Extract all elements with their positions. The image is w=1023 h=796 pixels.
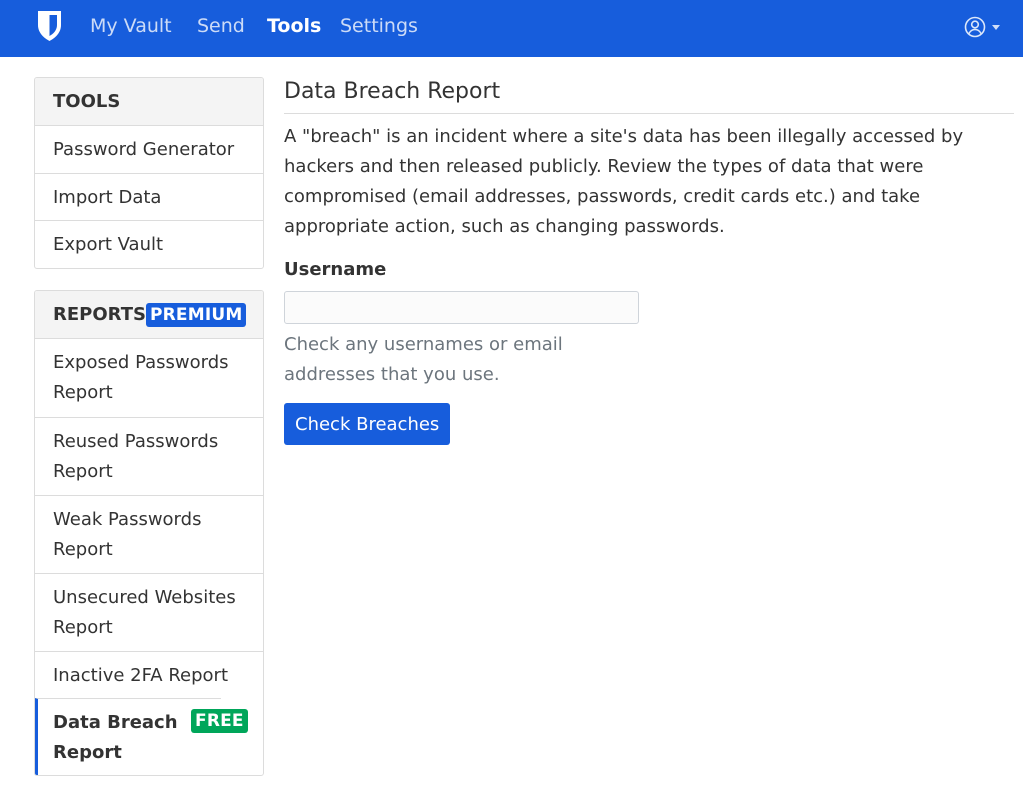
main-content: Data Breach Report A "breach" is an inci… xyxy=(284,77,1014,445)
sidebar-item-password-generator[interactable]: Password Generator xyxy=(35,126,263,173)
reports-card: REPORTS PREMIUM Exposed Passwords Report… xyxy=(34,290,264,776)
account-menu-button[interactable] xyxy=(964,16,1000,38)
username-help-text: Check any usernames or email addresses t… xyxy=(284,334,563,385)
reports-card-header: REPORTS PREMIUM xyxy=(35,291,263,339)
sidebar-item-weak-passwords[interactable]: Weak Passwords Report xyxy=(35,495,263,573)
nav-tools[interactable]: Tools xyxy=(267,14,321,38)
username-input[interactable] xyxy=(284,291,639,324)
sidebar-item-import-data[interactable]: Import Data xyxy=(35,173,263,220)
page-description: A "breach" is an incident where a site's… xyxy=(284,126,964,237)
premium-badge: PREMIUM xyxy=(145,302,247,327)
check-breaches-button[interactable]: Check Breaches xyxy=(284,403,451,445)
nav-my-vault[interactable]: My Vault xyxy=(90,14,172,38)
username-label: Username xyxy=(284,259,387,280)
sidebar-item-inactive-2fa[interactable]: Inactive 2FA Report xyxy=(35,651,263,698)
user-circle-icon xyxy=(964,16,986,38)
sidebar-item-exposed-passwords[interactable]: Exposed Passwords Report xyxy=(35,339,263,417)
sidebar-item-unsecured-websites[interactable]: Unsecured Websites Report xyxy=(35,573,263,651)
bitwarden-shield-icon[interactable] xyxy=(36,10,63,42)
nav-settings[interactable]: Settings xyxy=(340,14,418,38)
sidebar-item-label: Data Breach Report xyxy=(53,712,178,763)
reports-card-title: REPORTS xyxy=(53,304,146,325)
top-navbar: My Vault Send Tools Settings xyxy=(0,0,1023,57)
tools-card: TOOLS Password Generator Import Data Exp… xyxy=(34,77,264,269)
tools-card-header: TOOLS xyxy=(35,78,263,126)
sidebar-item-reused-passwords[interactable]: Reused Passwords Report xyxy=(35,417,263,495)
chevron-down-icon xyxy=(992,24,1000,30)
free-badge: FREE xyxy=(191,709,248,733)
page-title: Data Breach Report xyxy=(284,77,1014,114)
nav-send[interactable]: Send xyxy=(197,14,245,38)
sidebar-item-export-vault[interactable]: Export Vault xyxy=(35,220,263,267)
